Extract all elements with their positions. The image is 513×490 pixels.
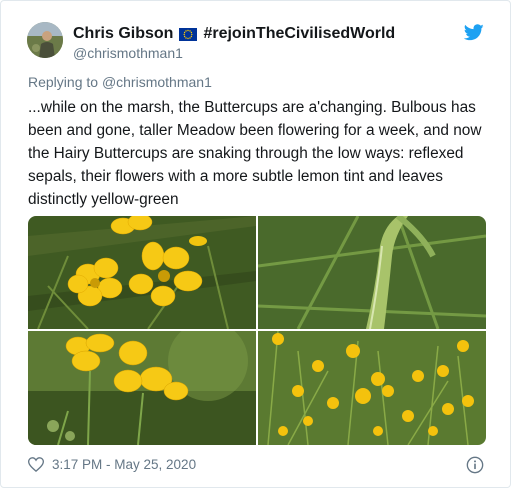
reply-target-link[interactable]: @chrismothman1 (102, 74, 212, 90)
hashtag-name[interactable]: #rejoinTheCivilisedWorld (203, 25, 395, 43)
tweet-card: Chris Gibson #rejoinTheCivilisedWorld @c… (0, 0, 511, 488)
author-row[interactable]: Chris Gibson #rejoinTheCivilisedWorld (73, 25, 395, 43)
reply-prefix: Replying to (28, 74, 102, 90)
display-name[interactable]: Chris Gibson (73, 25, 173, 43)
tweet-text: ...while on the marsh, the Buttercups ar… (28, 99, 482, 208)
author-handle[interactable]: @chrismothman1 (73, 45, 183, 61)
heart-icon[interactable] (28, 457, 44, 472)
photo-buttercup-flower-side[interactable] (28, 331, 256, 445)
photo-buttercup-patch[interactable] (258, 331, 486, 445)
avatar[interactable] (27, 22, 63, 58)
tweet-meta: 3:17 PM - May 25, 2020 (28, 457, 196, 472)
reply-context: Replying to @chrismothman1 (28, 74, 212, 90)
photo-hairy-stem[interactable] (258, 216, 486, 329)
photo-buttercup-flowers-closeup[interactable] (28, 216, 256, 329)
twitter-bird-icon[interactable] (464, 24, 484, 41)
eu-flag-icon (179, 27, 198, 41)
avatar-image (27, 22, 63, 58)
tweet-timestamp[interactable]: 3:17 PM - May 25, 2020 (52, 457, 196, 472)
photo-grid (28, 216, 486, 445)
info-icon[interactable] (466, 456, 484, 474)
